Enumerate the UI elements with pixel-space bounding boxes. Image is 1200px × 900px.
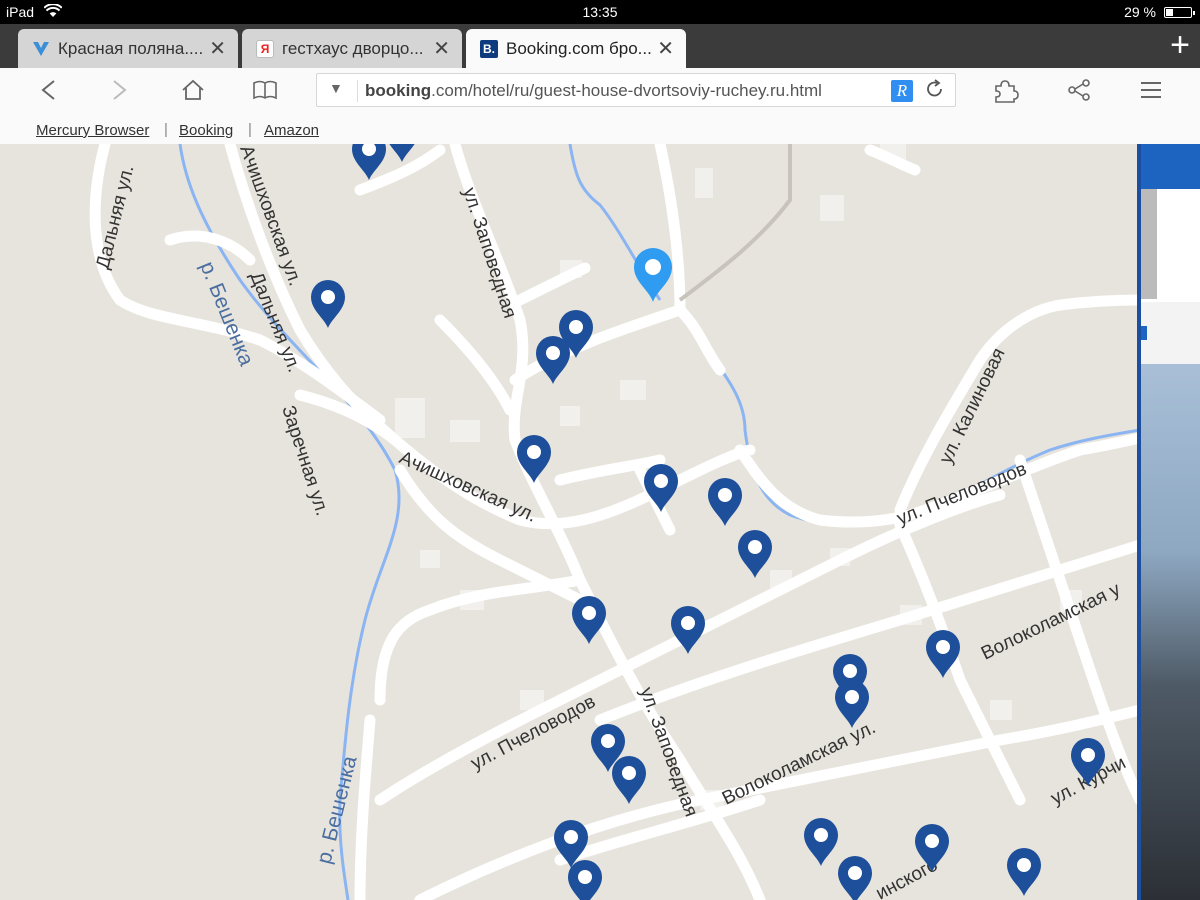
hotel-pin[interactable] bbox=[708, 478, 742, 526]
share-icon[interactable] bbox=[1064, 78, 1094, 106]
url-domain: booking bbox=[365, 81, 432, 100]
bookmarks-bar: Mercury Browser | Booking | Amazon bbox=[0, 116, 1200, 144]
r-extension-icon[interactable]: R bbox=[891, 80, 913, 102]
hotel-pin[interactable] bbox=[536, 336, 570, 384]
forward-icon[interactable] bbox=[104, 78, 134, 106]
battery-icon bbox=[1164, 7, 1195, 18]
home-icon[interactable] bbox=[178, 78, 208, 106]
address-dropdown-icon[interactable]: ▼ bbox=[329, 80, 343, 96]
bookmarks-book-icon[interactable] bbox=[250, 78, 280, 106]
battery-percent: 29 % bbox=[1124, 4, 1156, 20]
panel-header[interactable] bbox=[1141, 144, 1200, 189]
hotel-pin[interactable] bbox=[517, 435, 551, 483]
street-label-zapovednaya-top: ул. Заповедная bbox=[458, 185, 520, 321]
tab-title: Красная поляна.... bbox=[58, 39, 204, 58]
tab-guesthouse-yandex[interactable]: Я гестхаус дворцо... ✕ bbox=[242, 29, 462, 68]
url-text[interactable]: booking.com/hotel/ru/guest-house-dvortso… bbox=[365, 81, 822, 101]
hotel-pin[interactable] bbox=[1007, 848, 1041, 896]
hotel-pin[interactable] bbox=[311, 280, 345, 328]
street-label-volokolamskaya-mid: Волоколамская ул. bbox=[719, 717, 879, 809]
bookmark-amazon[interactable]: Amazon bbox=[264, 122, 319, 139]
hotel-pin[interactable] bbox=[385, 144, 419, 162]
panel-card bbox=[1141, 302, 1200, 364]
hotel-pin[interactable] bbox=[804, 818, 838, 866]
reload-icon[interactable] bbox=[925, 77, 945, 107]
tab-krasnaya-polyana[interactable]: Красная поляна.... ✕ bbox=[18, 29, 238, 68]
tab-booking[interactable]: B. Booking.com бро... ✕ bbox=[466, 29, 686, 68]
close-tab-icon[interactable]: ✕ bbox=[209, 36, 226, 61]
tab-bar: Красная поляна.... ✕ Я гестхаус дворцо..… bbox=[0, 24, 1200, 68]
yandex-y-icon: Я bbox=[256, 40, 274, 58]
hotel-pin[interactable] bbox=[352, 144, 386, 180]
yandex-mark-icon bbox=[32, 40, 50, 58]
menu-icon[interactable] bbox=[1136, 78, 1166, 106]
panel-scrollbar[interactable] bbox=[1141, 189, 1157, 299]
toolbar: ▼ booking.com/hotel/ru/guest-house-dvort… bbox=[0, 68, 1200, 116]
bookmark-mercury-browser[interactable]: Mercury Browser bbox=[36, 122, 149, 139]
hotel-pin[interactable] bbox=[838, 856, 872, 900]
street-label-zapovednaya-bottom: ул. Заповедная bbox=[635, 685, 701, 820]
bookmark-booking[interactable]: Booking bbox=[179, 122, 233, 139]
map-canvas: Дальняя ул. Ачишховская ул. ул. Заповедн… bbox=[89, 144, 1140, 900]
battery-level bbox=[1166, 9, 1173, 16]
panel-marker bbox=[1141, 326, 1147, 340]
hotel-pin[interactable] bbox=[568, 860, 602, 900]
river-label-beshenka-bottom: р. Бешенка bbox=[313, 753, 362, 866]
puzzle-extensions-icon[interactable] bbox=[990, 78, 1020, 106]
tab-title: Booking.com бро... bbox=[506, 39, 652, 58]
clock: 13:35 bbox=[582, 4, 618, 20]
hotel-pins bbox=[311, 144, 1105, 900]
tab-title: гестхаус дворцо... bbox=[282, 39, 424, 58]
hotel-pin[interactable] bbox=[644, 464, 678, 512]
back-icon[interactable] bbox=[34, 78, 64, 106]
selected-hotel-pin[interactable] bbox=[634, 248, 672, 302]
url-path: .com/hotel/ru/guest-house-dvortsoviy-ruc… bbox=[431, 81, 822, 100]
hotel-pin[interactable] bbox=[612, 756, 646, 804]
hotel-photo[interactable] bbox=[1141, 364, 1200, 900]
map-view[interactable]: Дальняя ул. Ачишховская ул. ул. Заповедн… bbox=[0, 144, 1140, 900]
browser-window: iPad 13:35 29 % Красная поляна.... ✕ Я г… bbox=[0, 0, 1200, 900]
new-tab-button[interactable]: + bbox=[1170, 28, 1190, 62]
close-tab-icon[interactable]: ✕ bbox=[433, 36, 450, 61]
hotel-pin[interactable] bbox=[738, 530, 772, 578]
street-label-zarechnaya: Заречная ул. bbox=[277, 403, 332, 518]
address-bar[interactable]: ▼ booking.com/hotel/ru/guest-house-dvort… bbox=[316, 73, 956, 107]
side-panel bbox=[1137, 144, 1200, 900]
close-tab-icon[interactable]: ✕ bbox=[657, 36, 674, 61]
status-bar: iPad 13:35 29 % bbox=[0, 0, 1200, 24]
hotel-pin[interactable] bbox=[572, 596, 606, 644]
booking-b-icon: B. bbox=[480, 40, 498, 58]
